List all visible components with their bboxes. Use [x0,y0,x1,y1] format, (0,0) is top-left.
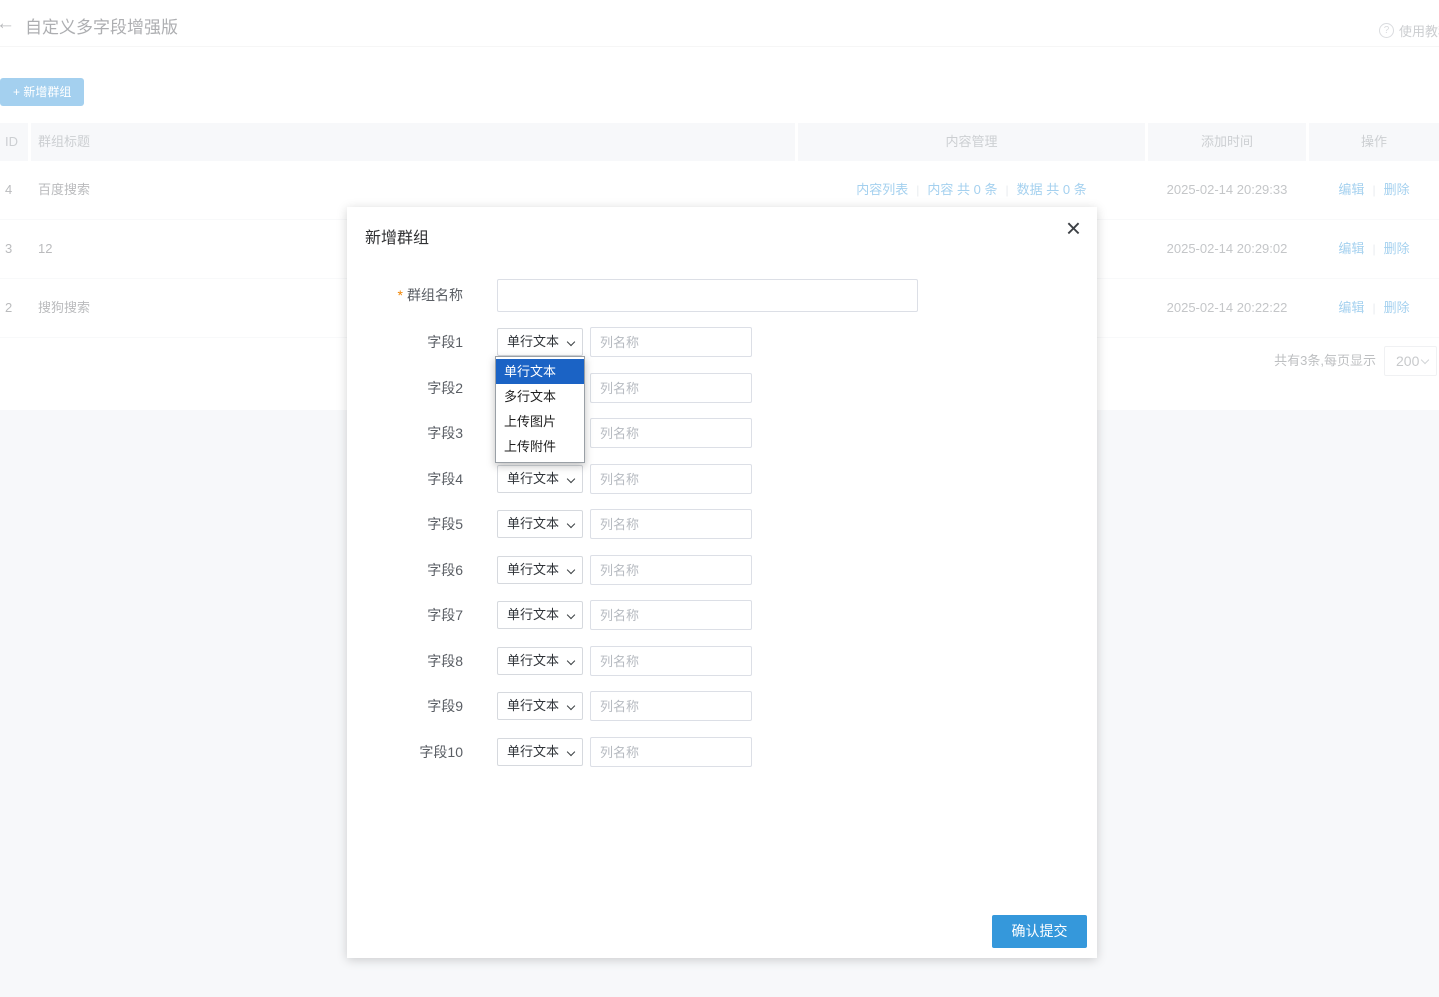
field-label: 字段10 [347,737,463,767]
field-row: 字段5 单行文本 [347,509,1097,539]
column-name-input[interactable] [590,509,752,539]
column-name-input[interactable] [590,555,752,585]
column-name-input[interactable] [590,327,752,357]
dropdown-option[interactable]: 单行文本 [496,359,584,384]
field-type-select[interactable]: 单行文本 [497,556,583,584]
confirm-submit-button[interactable]: 确认提交 [992,915,1087,948]
close-icon[interactable]: × [1066,213,1081,243]
dropdown-option[interactable]: 多行文本 [496,384,584,409]
group-name-input[interactable] [497,279,918,312]
chevron-down-icon [567,702,575,710]
field-row: 字段1 单行文本 [347,327,1097,357]
dropdown-option[interactable]: 上传附件 [496,434,584,459]
field-type-select[interactable]: 单行文本 [497,647,583,675]
column-name-input[interactable] [590,464,752,494]
field-type-select[interactable]: 单行文本 [497,601,583,629]
chevron-down-icon [567,475,575,483]
field-row: 字段4 单行文本 [347,464,1097,494]
field-type-select[interactable]: 单行文本 [497,692,583,720]
field-row: 字段9 单行文本 [347,691,1097,721]
field-label: 字段1 [347,327,463,357]
chevron-down-icon [567,611,575,619]
chevron-down-icon [567,657,575,665]
field-label: 字段3 [347,418,463,448]
field-row: 字段10 单行文本 [347,737,1097,767]
field-label: 字段4 [347,464,463,494]
column-name-input[interactable] [590,418,752,448]
field-row: 字段8 单行文本 [347,646,1097,676]
column-name-input[interactable] [590,691,752,721]
field-type-select[interactable]: 单行文本 [497,510,583,538]
field-row: 字段7 单行文本 [347,600,1097,630]
chevron-down-icon [567,520,575,528]
field-label: 字段5 [347,509,463,539]
group-name-label: *群组名称 [347,279,463,312]
modal-title: 新增群组 [365,224,429,248]
field-type-select[interactable]: 单行文本 [497,328,583,356]
add-group-modal: 新增群组 × *群组名称 字段1 单行文本 字段2 单行文本 字段3 单行文本 … [347,207,1097,958]
field-row: 字段6 单行文本 [347,555,1097,585]
column-name-input[interactable] [590,646,752,676]
field-label: 字段2 [347,373,463,403]
field-type-select[interactable]: 单行文本 [497,465,583,493]
dropdown-option[interactable]: 上传图片 [496,409,584,434]
column-name-input[interactable] [590,600,752,630]
chevron-down-icon [567,338,575,346]
field-row: 字段2 单行文本 [347,373,1097,403]
column-name-input[interactable] [590,373,752,403]
required-mark: * [398,287,403,303]
chevron-down-icon [567,566,575,574]
field-type-select[interactable]: 单行文本 [497,738,583,766]
chevron-down-icon [567,748,575,756]
field-label: 字段8 [347,646,463,676]
field-label: 字段9 [347,691,463,721]
column-name-input[interactable] [590,737,752,767]
field-label: 字段7 [347,600,463,630]
page-root: ← 自定义多字段增强版 ? 使用教程 + 新增群组 ID 群组标题 内容管理 添… [0,0,1439,997]
field-label: 字段6 [347,555,463,585]
field-type-dropdown: 单行文本 多行文本 上传图片 上传附件 [495,356,585,463]
field-row: 字段3 单行文本 [347,418,1097,448]
